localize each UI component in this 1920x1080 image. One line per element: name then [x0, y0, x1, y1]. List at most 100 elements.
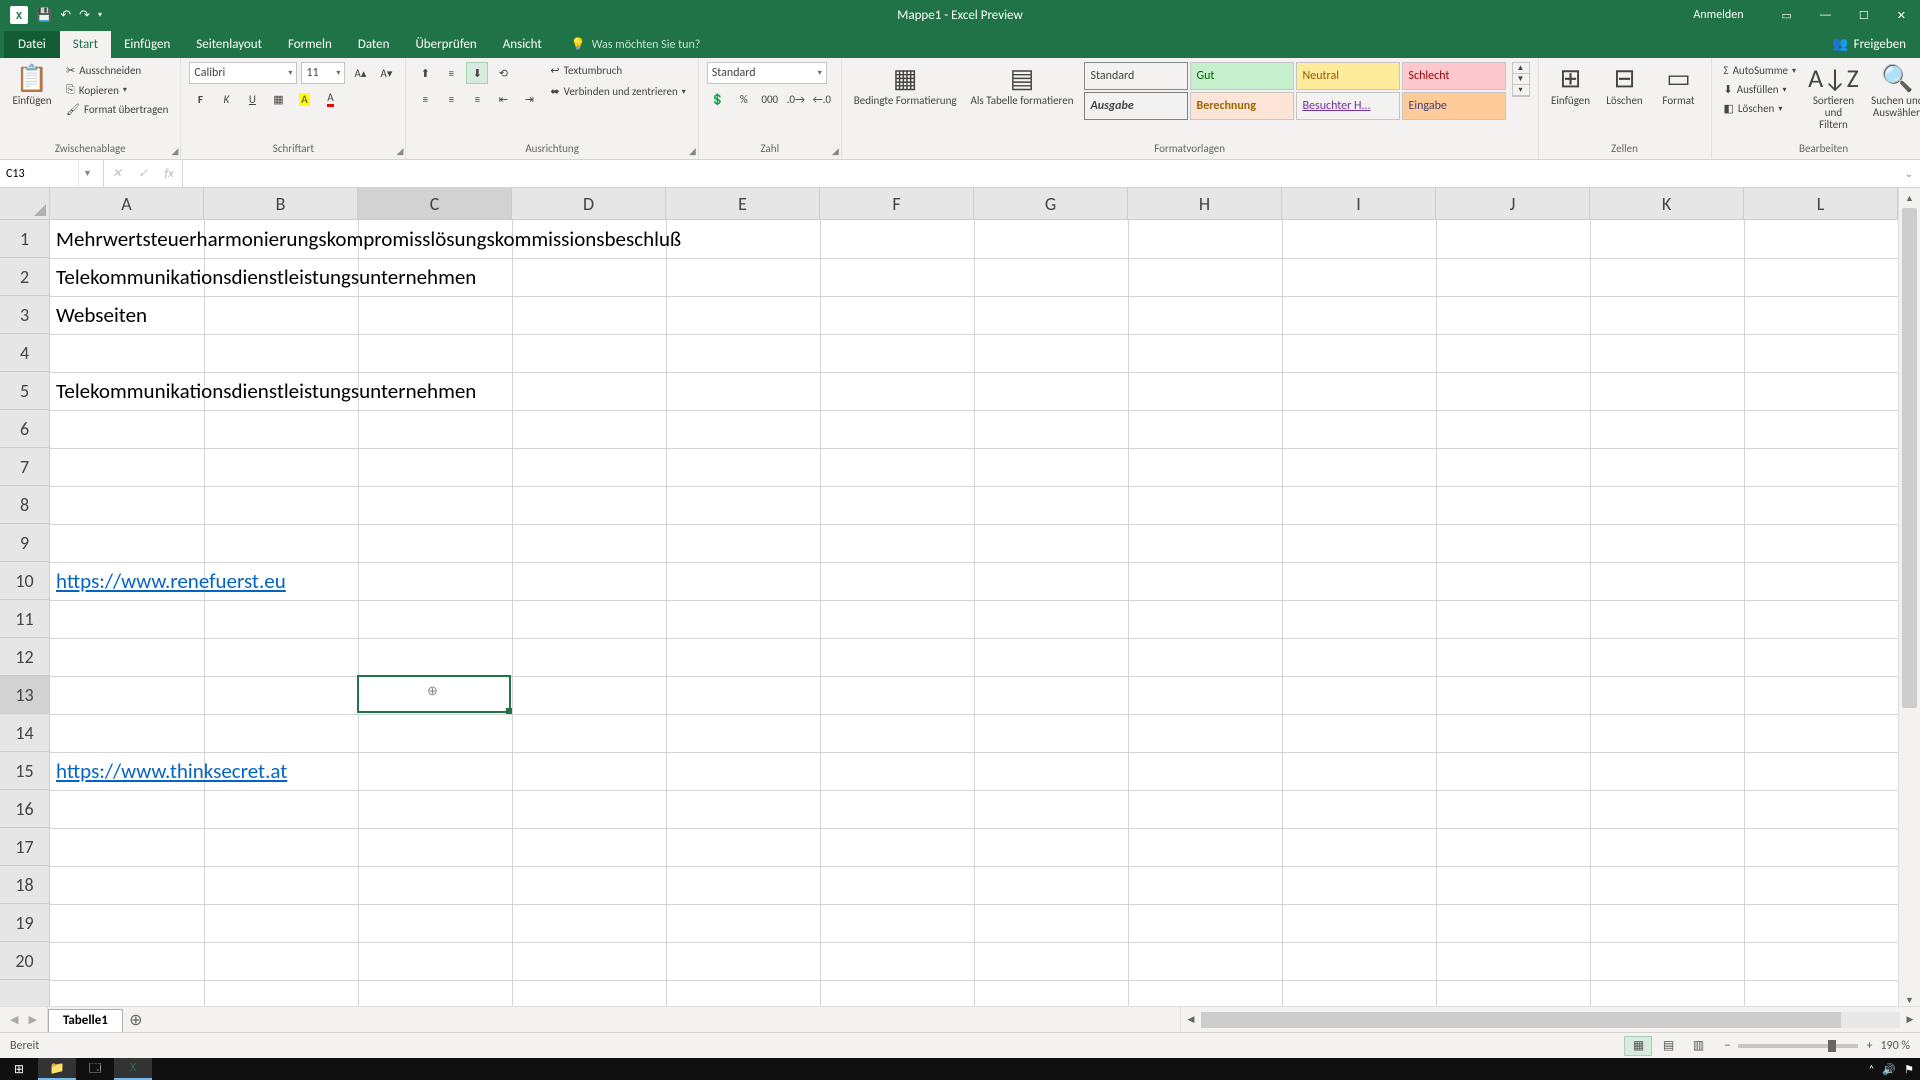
column-header-I[interactable]: I: [1282, 188, 1436, 219]
align-center-icon[interactable]: ≡: [440, 88, 462, 110]
column-header-H[interactable]: H: [1128, 188, 1282, 219]
sheet-nav[interactable]: ◀▶: [0, 1007, 48, 1032]
style-gut[interactable]: Gut: [1190, 62, 1294, 90]
name-box-input[interactable]: [0, 160, 78, 187]
horizontal-scrollbar[interactable]: ◀ ▶: [1180, 1007, 1920, 1032]
row-header-5[interactable]: 5: [0, 372, 49, 410]
font-dialog-icon[interactable]: ◢: [396, 146, 403, 157]
zoom-level[interactable]: 190 %: [1880, 1039, 1910, 1053]
save-icon[interactable]: 💾: [36, 8, 52, 23]
wrap-text-button[interactable]: ↩Textumbruch: [546, 62, 689, 79]
align-left-icon[interactable]: ≡: [414, 88, 436, 110]
column-header-D[interactable]: D: [512, 188, 666, 219]
delete-cells-button[interactable]: ⊟Löschen: [1601, 62, 1649, 109]
tab-start[interactable]: Start: [60, 31, 111, 58]
column-header-F[interactable]: F: [820, 188, 974, 219]
number-dialog-icon[interactable]: ◢: [832, 146, 839, 157]
column-header-C[interactable]: C: [358, 188, 512, 219]
cell-A2[interactable]: Telekommunikationsdienstleistungsunterne…: [52, 258, 476, 296]
tab-ansicht[interactable]: Ansicht: [490, 31, 555, 58]
column-header-L[interactable]: L: [1744, 188, 1898, 219]
cut-button[interactable]: ✂Ausschneiden: [62, 62, 172, 79]
cell-A15[interactable]: https://www.thinksecret.at: [52, 752, 287, 790]
row-header-17[interactable]: 17: [0, 828, 49, 866]
qat-customize-icon[interactable]: ▾: [98, 10, 102, 20]
alignment-dialog-icon[interactable]: ◢: [689, 146, 696, 157]
taskbar-excel-icon[interactable]: X: [114, 1058, 152, 1080]
cells-area[interactable]: Mehrwertsteuerharmonierungskompromisslös…: [50, 220, 1898, 1010]
expand-formula-icon[interactable]: ⌄: [1898, 160, 1920, 187]
cell-styles-gallery[interactable]: Standard Gut Neutral Schlecht Ausgabe Be…: [1084, 62, 1506, 120]
row-header-8[interactable]: 8: [0, 486, 49, 524]
zoom-in-icon[interactable]: +: [1866, 1039, 1872, 1053]
column-header-K[interactable]: K: [1590, 188, 1744, 219]
cell-A5[interactable]: Telekommunikationsdienstleistungsunterne…: [52, 372, 476, 410]
cancel-formula-icon[interactable]: ✕: [104, 166, 130, 181]
comma-icon[interactable]: 000: [759, 88, 781, 110]
tray-up-icon[interactable]: ˄: [1869, 1063, 1875, 1076]
tab-file[interactable]: Datei: [4, 31, 60, 58]
decrease-decimal-icon[interactable]: ←.0: [811, 88, 833, 110]
format-cells-button[interactable]: ▭Format: [1655, 62, 1703, 109]
zoom-slider[interactable]: [1738, 1044, 1858, 1048]
taskbar-explorer-icon[interactable]: 📁: [38, 1058, 76, 1080]
clipboard-dialog-icon[interactable]: ◢: [171, 146, 178, 157]
scroll-right-icon[interactable]: ▶: [1900, 1014, 1920, 1025]
redo-icon[interactable]: ↷: [79, 8, 90, 23]
styles-scroll[interactable]: ▲▼▾: [1512, 62, 1530, 97]
column-header-B[interactable]: B: [204, 188, 358, 219]
row-header-11[interactable]: 11: [0, 600, 49, 638]
column-header-G[interactable]: G: [974, 188, 1128, 219]
taskbar-app-icon[interactable]: 🗔: [76, 1058, 114, 1080]
row-header-15[interactable]: 15: [0, 752, 49, 790]
add-sheet-button[interactable]: ⊕: [123, 1007, 149, 1032]
conditional-formatting-button[interactable]: ▦Bedingte Formatierung: [850, 62, 961, 109]
tell-me[interactable]: 💡 Was möchten Sie tun?: [561, 31, 711, 58]
style-neutral[interactable]: Neutral: [1296, 62, 1400, 90]
align-bottom-icon[interactable]: ⬇: [466, 62, 488, 84]
font-color-button[interactable]: A: [319, 88, 341, 110]
style-standard[interactable]: Standard: [1084, 62, 1188, 90]
minimize-button[interactable]: —: [1806, 0, 1845, 30]
row-header-1[interactable]: 1: [0, 220, 49, 258]
formula-input[interactable]: [183, 160, 1898, 187]
undo-icon[interactable]: ↶: [60, 8, 71, 23]
shrink-font-icon[interactable]: A▾: [375, 62, 397, 84]
column-header-A[interactable]: A: [50, 188, 204, 219]
align-right-icon[interactable]: ≡: [466, 88, 488, 110]
tab-einfugen[interactable]: Einfügen: [111, 31, 183, 58]
tab-daten[interactable]: Daten: [345, 31, 403, 58]
orientation-icon[interactable]: ⟲: [492, 62, 514, 84]
hscroll-thumb[interactable]: [1201, 1012, 1841, 1028]
decrease-indent-icon[interactable]: ⇤: [492, 88, 514, 110]
row-header-19[interactable]: 19: [0, 904, 49, 942]
style-eingabe[interactable]: Eingabe: [1402, 92, 1506, 120]
font-name-combo[interactable]: Calibri▾: [189, 62, 297, 84]
zoom-out-icon[interactable]: −: [1724, 1039, 1730, 1053]
fill-color-button[interactable]: A: [293, 88, 315, 110]
tray-volume-icon[interactable]: 🔊: [1882, 1063, 1896, 1076]
cell-A1[interactable]: Mehrwertsteuerharmonierungskompromisslös…: [52, 220, 681, 258]
percent-icon[interactable]: %: [733, 88, 755, 110]
row-header-20[interactable]: 20: [0, 942, 49, 980]
column-headers[interactable]: ABCDEFGHIJKL: [50, 188, 1898, 220]
ribbon-options-icon[interactable]: ▭: [1768, 0, 1806, 30]
scroll-up-icon[interactable]: ▲: [1899, 188, 1920, 208]
tab-formeln[interactable]: Formeln: [275, 31, 345, 58]
spreadsheet-grid[interactable]: ABCDEFGHIJKL 123456789101112131415161718…: [0, 188, 1920, 1032]
style-schlecht[interactable]: Schlecht: [1402, 62, 1506, 90]
row-header-18[interactable]: 18: [0, 866, 49, 904]
style-besucht[interactable]: Besuchter H...: [1296, 92, 1400, 120]
merge-center-button[interactable]: ⬌Verbinden und zentrieren▾: [546, 83, 689, 100]
taskbar[interactable]: ⊞ 📁 🗔 X ˄ 🔊 ⚑: [0, 1058, 1920, 1080]
align-middle-icon[interactable]: ≡: [440, 62, 462, 84]
style-berechnung[interactable]: Berechnung: [1190, 92, 1294, 120]
name-box-dropdown-icon[interactable]: ▼: [78, 160, 96, 187]
underline-button[interactable]: U: [241, 88, 263, 110]
row-header-4[interactable]: 4: [0, 334, 49, 372]
name-box[interactable]: ▼: [0, 160, 104, 187]
vertical-scrollbar[interactable]: ▲ ▼: [1898, 188, 1920, 1010]
column-header-J[interactable]: J: [1436, 188, 1590, 219]
tab-uberprufen[interactable]: Überprüfen: [402, 31, 489, 58]
tray-flag-icon[interactable]: ⚑: [1904, 1063, 1914, 1076]
